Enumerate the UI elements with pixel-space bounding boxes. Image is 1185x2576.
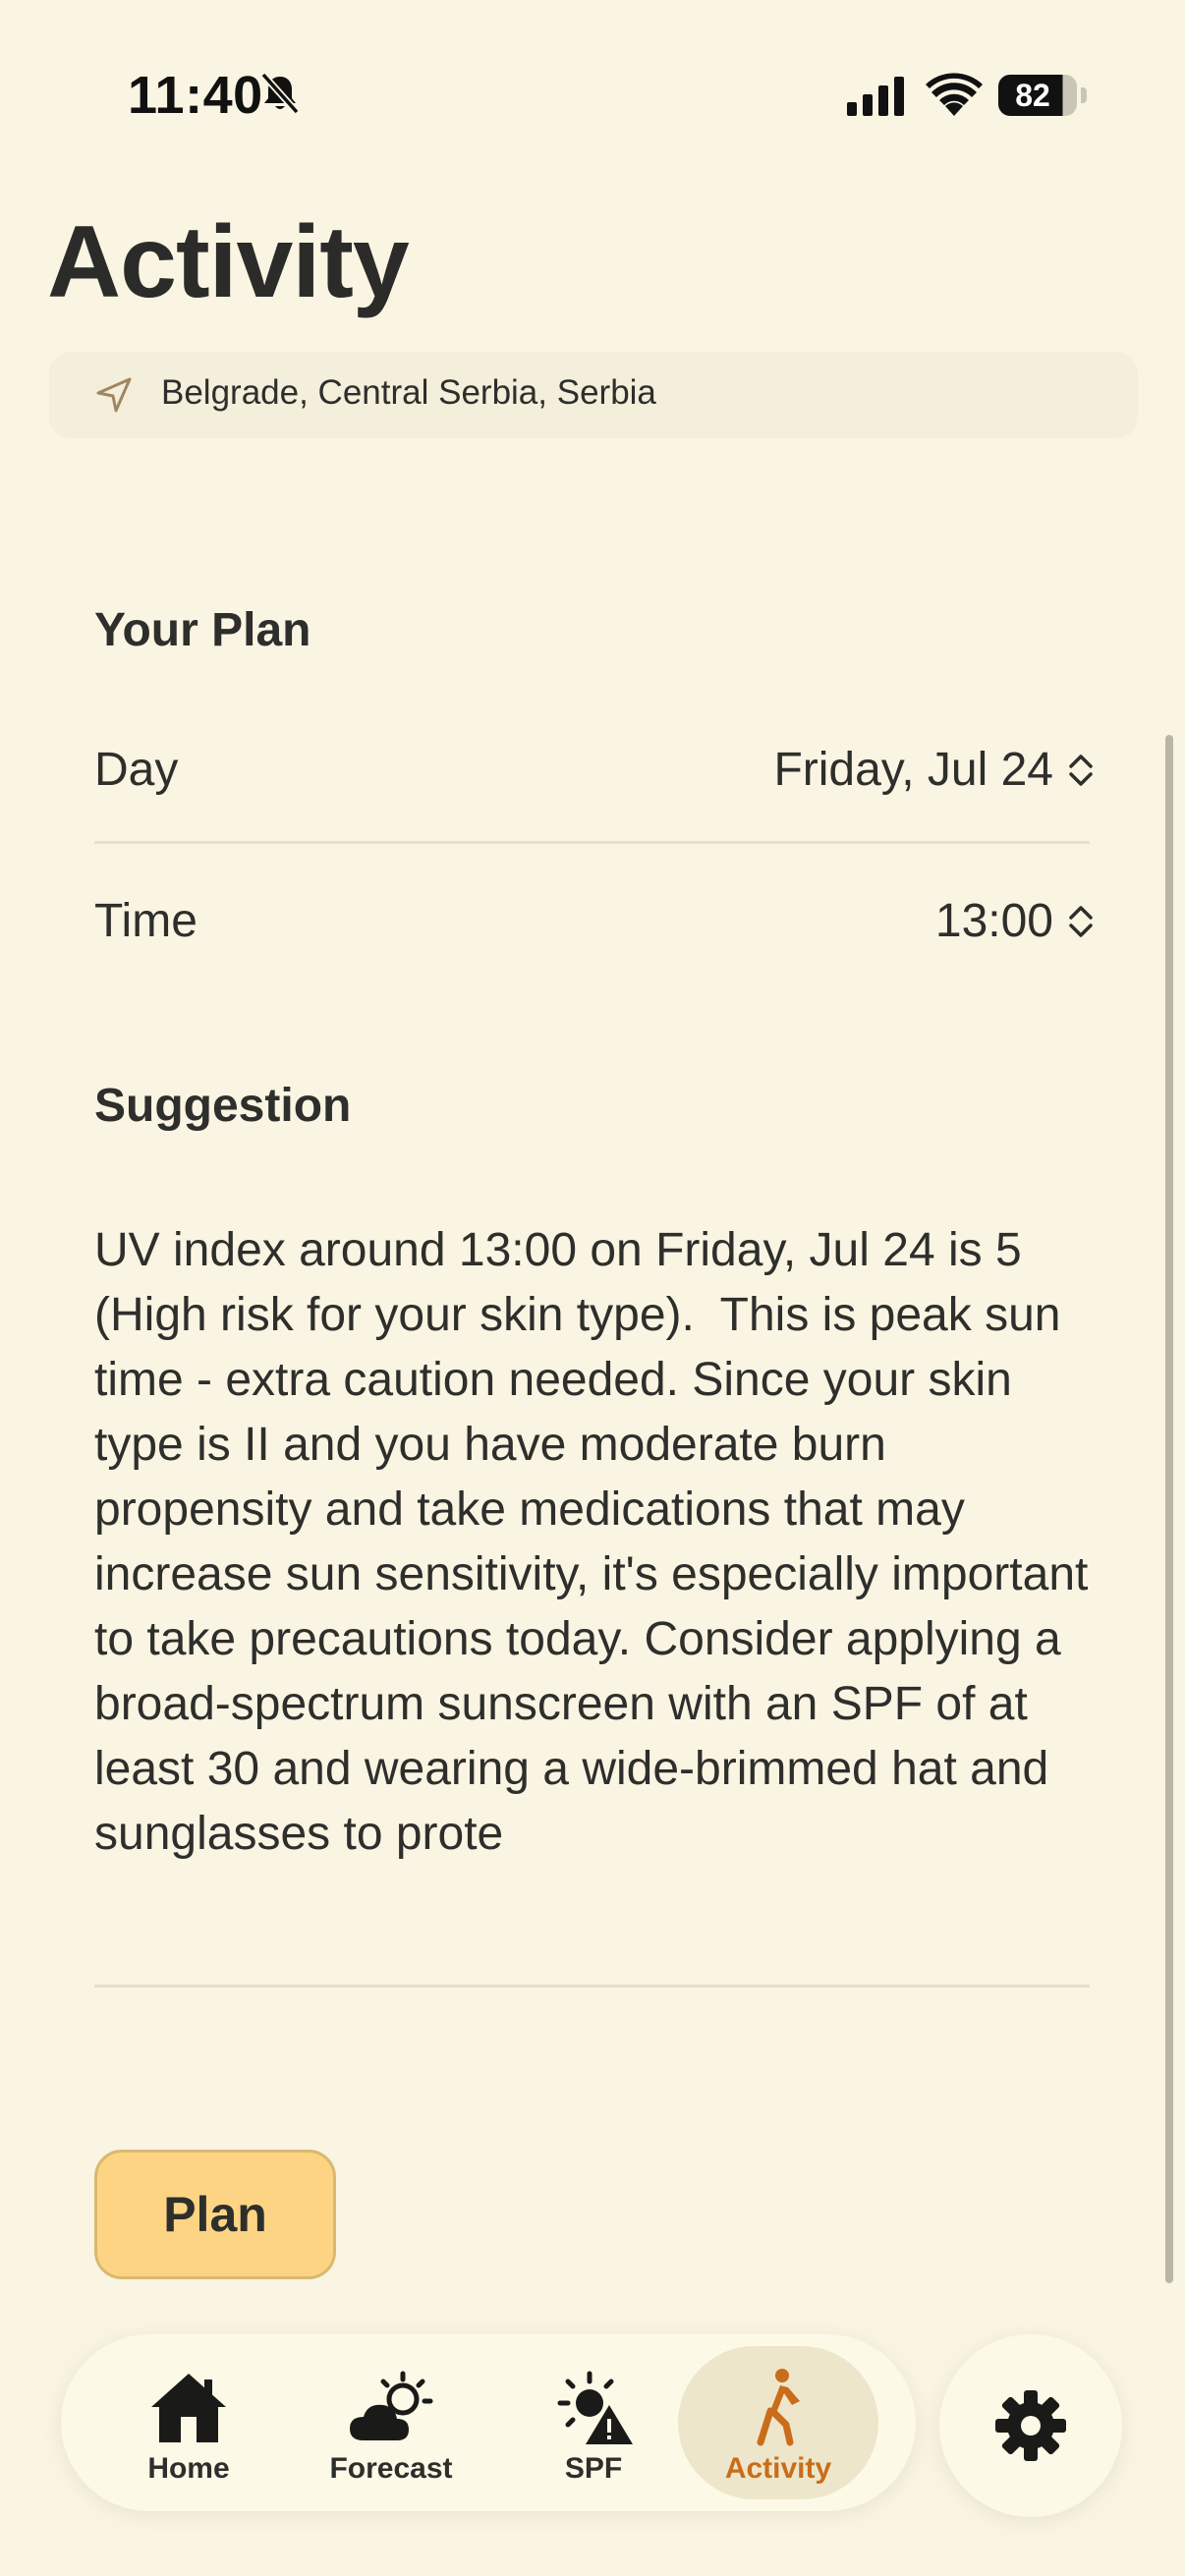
- chevron-up-down-icon: [1069, 754, 1093, 786]
- location-arrow-icon: [96, 377, 132, 413]
- battery-indicator: 82: [998, 75, 1087, 116]
- tab-home[interactable]: Home: [88, 2346, 289, 2499]
- battery-level: 82: [1015, 78, 1050, 113]
- tab-activity[interactable]: Activity: [678, 2346, 878, 2499]
- location-bar[interactable]: Belgrade, Central Serbia, Serbia: [49, 352, 1138, 438]
- settings-button[interactable]: [939, 2334, 1122, 2517]
- page-title: Activity: [47, 205, 410, 319]
- time-picker[interactable]: 13:00: [935, 894, 1095, 948]
- day-label: Day: [94, 744, 179, 796]
- tab-label: Forecast: [329, 2452, 453, 2485]
- tab-label: SPF: [564, 2452, 623, 2485]
- tab-label: Home: [147, 2452, 230, 2485]
- walking-icon: [757, 2369, 800, 2446]
- suggestion-text: UV index around 13:00 on Friday, Jul 24 …: [94, 1224, 1101, 1860]
- tab-spf[interactable]: SPF: [493, 2346, 694, 2499]
- wifi-icon: [926, 73, 983, 116]
- divider: [94, 841, 1090, 844]
- day-picker[interactable]: Friday, Jul 24: [773, 743, 1095, 797]
- status-time: 11:40: [128, 66, 263, 125]
- status-bar: 11:40 82: [0, 0, 1185, 138]
- time-value: 13:00: [934, 895, 1053, 947]
- suggestion-section-title: Suggestion: [94, 1080, 352, 1132]
- scroll-indicator[interactable]: [1165, 735, 1173, 2283]
- gear-icon: [995, 2390, 1066, 2461]
- day-value: Friday, Jul 24: [773, 744, 1053, 796]
- tab-forecast[interactable]: Forecast: [291, 2346, 491, 2499]
- tab-bar: Home Forecast SPF Activity: [61, 2334, 916, 2511]
- chevron-up-down-icon: [1069, 905, 1093, 937]
- bell-slash-icon: [260, 72, 300, 115]
- cellular-signal-icon: [847, 77, 904, 116]
- house-icon: [151, 2374, 226, 2442]
- tab-label: Activity: [724, 2452, 832, 2485]
- location-label: Belgrade, Central Serbia, Serbia: [161, 373, 656, 412]
- divider: [94, 1985, 1090, 1988]
- sun-warning-icon: [557, 2371, 633, 2444]
- plan-button[interactable]: Plan: [94, 2150, 336, 2279]
- plan-section-title: Your Plan: [94, 604, 311, 656]
- time-label: Time: [94, 895, 198, 947]
- cloud-sun-icon: [350, 2371, 433, 2440]
